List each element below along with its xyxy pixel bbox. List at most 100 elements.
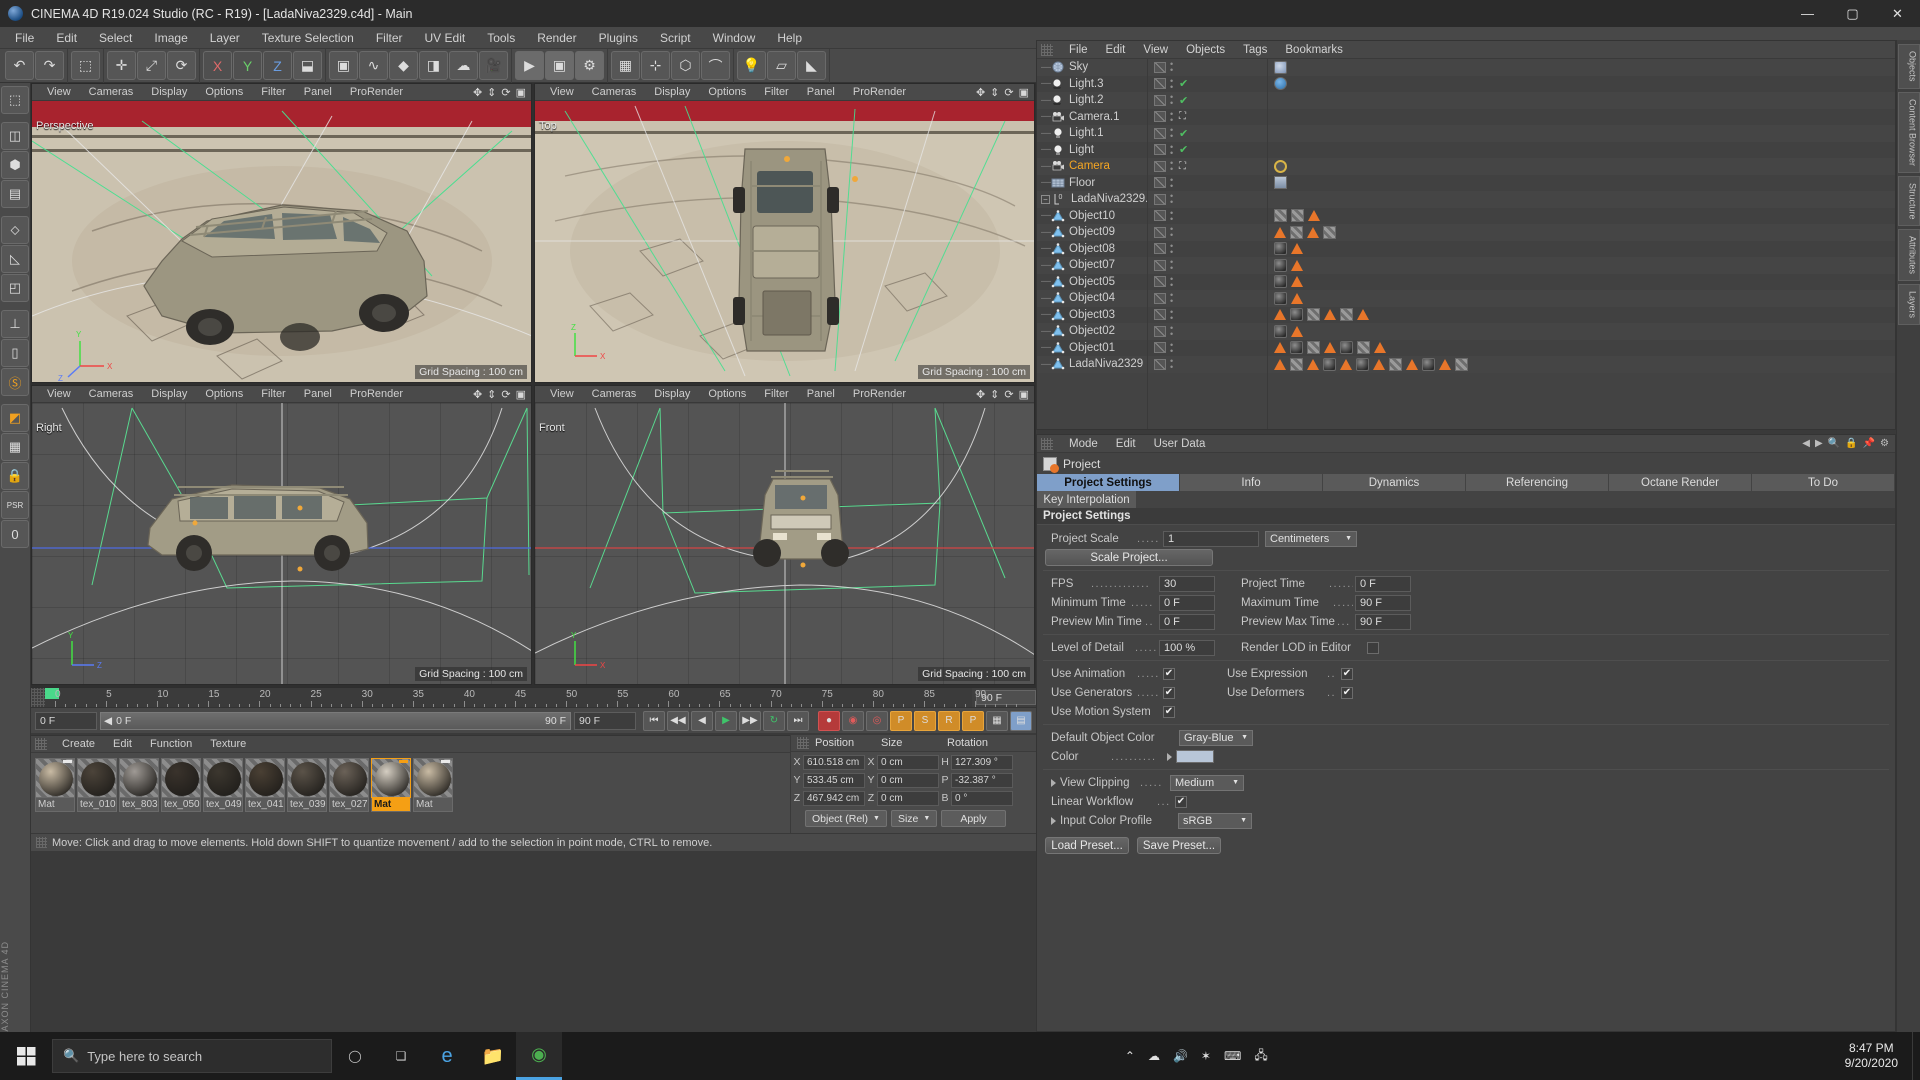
viewport-perspective-canvas[interactable]: Y X Z Perspective Grid Spacing : 100 cm [32,101,531,382]
material-tag-icon[interactable] [1422,357,1435,371]
texture-tag-icon[interactable] [1340,308,1353,322]
attr-menu-mode[interactable]: Mode [1060,435,1107,453]
visibility-dots-icon[interactable]: • • [1170,340,1175,355]
panel-grip-icon[interactable] [35,738,47,750]
viewport-menu-cameras[interactable]: Cameras [80,84,143,101]
menu-texture-selection[interactable]: Texture Selection [251,27,365,49]
dolly-icon[interactable]: ⇕ [487,388,496,401]
selection-tag-icon[interactable] [1357,309,1369,321]
material-tag-icon[interactable] [1356,357,1369,371]
rotate-tool-button[interactable]: ⟳ [167,51,196,80]
preview-min-time-input[interactable]: 0 F [1159,613,1215,630]
selection-tag-icon[interactable] [1307,226,1319,238]
lock-button[interactable]: 🔒 [1,462,29,490]
material-item[interactable]: tex_8038 [119,758,159,812]
layer-color-box[interactable] [1154,309,1166,321]
menu-script[interactable]: Script [649,27,702,49]
viewport-top[interactable]: View Cameras Display Options Filter Pane… [534,83,1035,383]
texture-mode-button[interactable]: ▤ [1,180,29,208]
taskbar-search-box[interactable]: 🔍 Type here to search [52,1039,332,1073]
position-z-input[interactable]: 467.942 cm [803,790,865,806]
axis-value-button[interactable]: 0 [1,520,29,548]
add-light-button[interactable]: 💡 [737,51,766,80]
object-row[interactable]: — Object08 [1037,240,1147,257]
add-environment-button[interactable]: ☁ [449,51,478,80]
size-mode-dropdown[interactable]: Size ▼ [890,810,938,827]
texture-tag-icon[interactable] [1357,341,1370,355]
search-icon[interactable]: 🔍 [1828,438,1840,449]
maximum-time-input[interactable]: 90 F [1355,594,1411,611]
menu-window[interactable]: Window [702,27,767,49]
visibility-dots-icon[interactable]: • • [1170,357,1175,372]
volume-icon[interactable]: 🔊 [1173,1049,1188,1063]
viewport-solo-button[interactable]: ▯ [1,339,29,367]
forward-arrow-icon[interactable]: ▶ [1815,438,1823,449]
layer-color-box[interactable] [1154,292,1166,304]
object-name-label[interactable]: Object08 [1069,243,1115,255]
material-name-label[interactable]: tex_0276 [329,798,369,812]
select-live-button[interactable]: ⬚ [71,51,100,80]
material-thumbnail[interactable] [287,758,327,798]
timeline-grip[interactable] [31,687,45,708]
viewport-menu-cameras[interactable]: Cameras [80,386,143,403]
record-active-objects-button[interactable]: ● [818,710,840,731]
pan-icon[interactable]: ✥ [473,86,482,99]
viewport-menu-panel[interactable]: Panel [295,84,341,101]
texture-tag-icon[interactable] [1323,225,1336,239]
default-object-color-dropdown[interactable]: Gray-Blue ▼ [1179,729,1253,746]
y-axis-lock-button[interactable]: Y [233,51,262,80]
object-row[interactable]: — Light [1037,141,1147,158]
visibility-dots-icon[interactable]: • • [1170,126,1175,141]
viewport-menu-options[interactable]: Options [699,386,755,403]
material-tag-icon[interactable] [1274,242,1287,256]
play-button[interactable]: ▶ [715,710,737,731]
polygon-mode-button[interactable]: ◰ [1,274,29,302]
panel-grip-icon[interactable] [797,737,809,749]
parameter-key-button[interactable]: P [962,710,984,731]
input-color-profile-dropdown[interactable]: sRGB ▼ [1178,812,1252,829]
material-tag-icon[interactable] [1290,341,1303,355]
layer-color-box[interactable] [1154,177,1166,189]
viewport-menu-cameras[interactable]: Cameras [583,84,646,101]
texture-tag-icon[interactable] [1455,357,1468,371]
texture-tag-icon[interactable] [1389,357,1402,371]
selection-tag-icon[interactable] [1340,358,1352,370]
object-row[interactable]: — Camera.1 [1037,108,1147,125]
show-hidden-icons-button[interactable]: ⌃ [1125,1049,1135,1063]
object-name-label[interactable]: Object03 [1069,309,1115,321]
orbit-icon[interactable]: ⟳ [501,388,510,401]
object-name-label[interactable]: Camera.1 [1069,111,1120,123]
rotation-key-button[interactable]: R [938,710,960,731]
visibility-dots-icon[interactable]: • • [1170,258,1175,273]
material-name-label[interactable]: tex_0506 [161,798,201,812]
material-item[interactable]: tex_0276 [329,758,369,812]
enabled-check-icon[interactable]: ✔ [1179,94,1188,107]
menu-select[interactable]: Select [88,27,143,49]
enabled-check-icon[interactable]: ✔ [1179,77,1188,90]
step-forward-button[interactable]: ▶▶ [739,710,761,731]
floor-material-tag-icon[interactable] [1274,176,1287,190]
render-view-button[interactable]: ▶ [515,51,544,80]
selection-tag-icon[interactable] [1373,358,1385,370]
z-axis-lock-button[interactable]: Z [263,51,292,80]
viewport-menu-prorender[interactable]: ProRender [341,84,412,101]
file-explorer-button[interactable]: 📁 [470,1032,516,1080]
tab-octane-render[interactable]: Octane Render [1609,474,1752,491]
use-animation-checkbox[interactable] [1163,667,1175,680]
edge-tab-attributes[interactable]: Attributes [1897,229,1920,282]
snap-settings-button[interactable]: Ⓢ [1,368,29,396]
material-tag-icon[interactable] [1323,357,1336,371]
settings-icon[interactable]: ⚙ [1880,438,1889,449]
minimize-button[interactable]: — [1785,0,1830,27]
expand-triangle-icon[interactable] [1167,752,1172,761]
menu-tools[interactable]: Tools [476,27,526,49]
show-desktop-button[interactable] [1912,1032,1920,1080]
enabled-check-icon[interactable]: ✔ [1179,143,1188,156]
go-to-start-button[interactable]: ⏮ [643,710,665,731]
visibility-dots-icon[interactable]: • • [1170,307,1175,322]
object-menu-file[interactable]: File [1060,41,1097,59]
material-thumbnail[interactable] [203,758,243,798]
layer-color-box[interactable] [1154,160,1166,172]
layer-color-box[interactable] [1154,78,1166,90]
use-deformers-checkbox[interactable] [1341,686,1353,699]
